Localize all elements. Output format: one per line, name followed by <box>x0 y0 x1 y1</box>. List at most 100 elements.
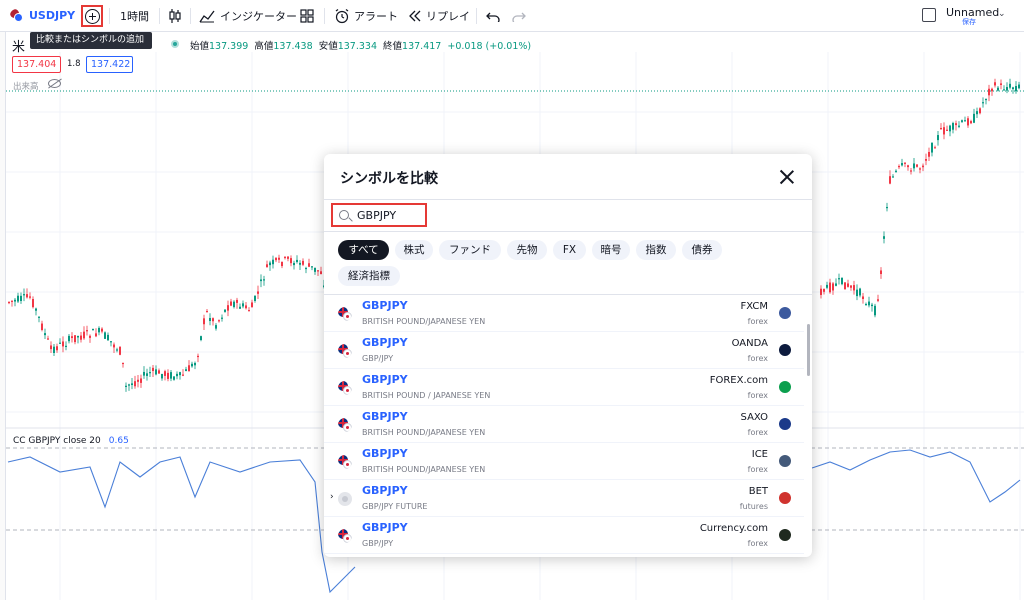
gbpjpy-flag-icon <box>338 418 352 432</box>
candle-body <box>931 142 933 153</box>
candle-body <box>212 318 214 322</box>
candle-body <box>176 373 178 377</box>
candle-body <box>203 318 205 325</box>
redo-button[interactable] <box>512 0 526 32</box>
candle-body <box>110 341 112 343</box>
indicators-button[interactable]: インジケーター <box>199 0 297 32</box>
result-row[interactable]: GBPJPY BRITISH POUND/JAPANESE YEN FXCM f… <box>324 295 804 332</box>
chip-all[interactable]: すべて <box>338 240 389 260</box>
candle-body <box>173 376 175 380</box>
candle-body <box>83 331 85 339</box>
candle-body <box>266 264 268 268</box>
undo-button[interactable] <box>486 0 500 32</box>
plus-circle-icon <box>84 8 100 24</box>
layout-save-label[interactable]: 保存 <box>962 17 976 27</box>
candle-body <box>269 262 271 266</box>
alert-button[interactable]: アラート <box>334 0 398 32</box>
candle-body <box>185 369 187 372</box>
candle-body <box>188 365 190 372</box>
candle-body <box>245 305 247 309</box>
chip-forex[interactable]: FX <box>553 240 586 260</box>
search-input[interactable] <box>357 208 417 222</box>
result-row[interactable]: › GBPJPY GBP/JPY FUTURE BET futures <box>324 480 804 517</box>
candle-body <box>1006 87 1008 91</box>
candle-body <box>844 282 846 290</box>
candle-body <box>107 334 109 341</box>
candle-body <box>886 206 888 209</box>
chip-crypto[interactable]: 暗号 <box>592 240 630 260</box>
candle-body <box>967 118 969 126</box>
open-label: 始値 <box>190 41 210 52</box>
replay-button[interactable]: リプレイ <box>408 0 470 32</box>
candle-body <box>1009 83 1011 88</box>
result-symbol: GBPJPY <box>362 373 408 386</box>
search-field[interactable] <box>331 203 427 227</box>
chip-stocks[interactable]: 株式 <box>395 240 433 260</box>
chip-indices[interactable]: 指数 <box>636 240 676 260</box>
chart-type-button[interactable] <box>168 0 182 32</box>
sell-button[interactable]: 137.404 <box>12 56 61 73</box>
candle-body <box>284 256 286 259</box>
chip-economy[interactable]: 経済指標 <box>338 266 400 286</box>
candle-body <box>167 372 169 379</box>
interval-button[interactable]: 1時間 <box>120 0 149 32</box>
candle-body <box>820 288 822 295</box>
candle-body <box>182 374 184 376</box>
candle-body <box>979 108 981 114</box>
candle-body <box>20 295 22 301</box>
result-row[interactable]: GBPJPY BRITISH POUND/JAPANESE YEN ICE fo… <box>324 443 804 480</box>
candle-body <box>973 113 975 123</box>
candle-body <box>8 301 10 304</box>
indicators-label: インジケーター <box>220 10 297 23</box>
candle-body <box>116 349 118 351</box>
chevron-down-icon[interactable]: ⌄ <box>998 9 1006 19</box>
candle-body <box>907 165 909 168</box>
candle-body <box>101 328 103 332</box>
chevron-right-icon[interactable]: › <box>330 492 334 502</box>
usdjpy-flag-icon <box>10 9 23 22</box>
candle-body <box>224 309 226 312</box>
fullscreen-checkbox[interactable] <box>922 8 936 22</box>
close-icon[interactable] <box>778 168 796 186</box>
search-icon <box>339 210 349 220</box>
candle-body <box>985 98 987 101</box>
result-description: GBP/JPY <box>362 539 394 548</box>
candle-body <box>853 285 855 291</box>
symbol-name: USDJPY <box>29 9 76 22</box>
candle-body <box>140 378 142 383</box>
result-type: forex <box>747 354 768 363</box>
result-row[interactable]: GBPJPY GBP/JPY Currency.com forex <box>324 517 804 554</box>
buy-button[interactable]: 137.422 <box>86 56 133 73</box>
candle-body <box>976 111 978 115</box>
results-scrollbar[interactable] <box>807 324 810 376</box>
candle-body <box>946 129 948 131</box>
eye-off-icon[interactable] <box>48 79 61 88</box>
chip-futures[interactable]: 先物 <box>507 240 547 260</box>
chip-funds[interactable]: ファンド <box>439 240 501 260</box>
search-results-list[interactable]: GBPJPY BRITISH POUND/JAPANESE YEN FXCM f… <box>324 295 812 557</box>
templates-button[interactable] <box>300 0 314 32</box>
candle-body <box>994 82 996 86</box>
result-row[interactable]: GBPJPY GBP/JPY OANDA forex <box>324 332 804 369</box>
oanda-logo-icon <box>779 344 791 356</box>
candle-body <box>991 88 993 92</box>
candle-body <box>1015 86 1017 92</box>
candlestick-icon <box>169 9 181 23</box>
result-row[interactable]: GBPJPY BRITISH POUND/JAPANESE YEN SAXO f… <box>324 406 804 443</box>
candle-body <box>164 371 166 376</box>
candle-body <box>934 147 936 149</box>
candle-body <box>191 363 193 367</box>
result-row[interactable]: GBPJPY BRITISH POUND / JAPANESE YEN FORE… <box>324 369 804 406</box>
symbol-search-button[interactable]: USDJPY <box>0 0 83 32</box>
oscillator-legend: CC GBPJPY close 20 0.65 <box>13 436 129 446</box>
candle-body <box>829 282 831 293</box>
saxo-logo-icon <box>779 418 791 430</box>
chip-bonds[interactable]: 債券 <box>682 240 722 260</box>
compare-symbol-button[interactable] <box>81 5 103 27</box>
spread-value: 1.8 <box>67 59 81 69</box>
candle-body <box>65 345 67 348</box>
candle-body <box>89 335 91 338</box>
candle-body <box>958 125 960 127</box>
candle-body <box>922 165 924 168</box>
candle-body <box>910 170 912 172</box>
